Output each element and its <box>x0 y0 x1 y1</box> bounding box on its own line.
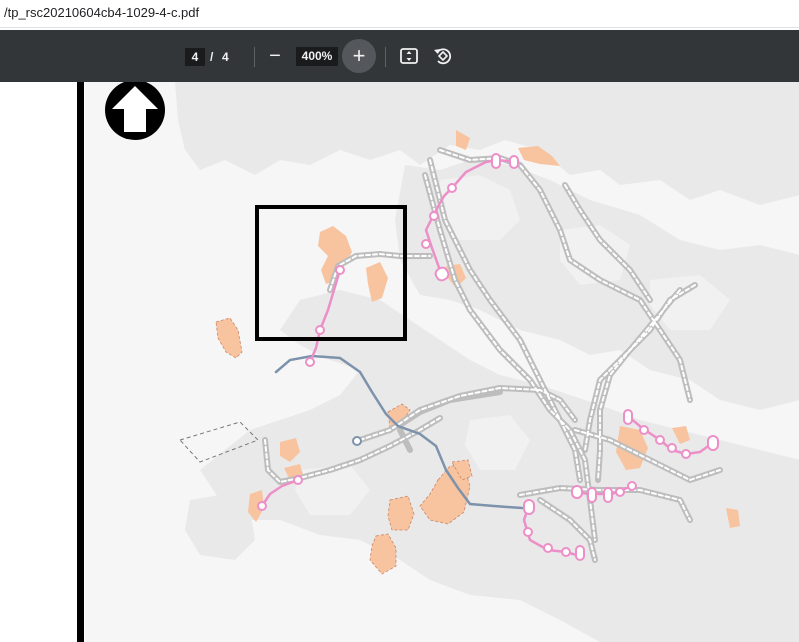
north-arrow-icon <box>105 82 165 140</box>
pdf-page <box>0 82 799 642</box>
toolbar-divider <box>254 47 255 67</box>
toolbar-divider <box>385 47 386 67</box>
page-number-input[interactable]: 4 <box>185 48 205 66</box>
fit-to-page-icon <box>400 48 418 64</box>
plus-icon: + <box>352 43 366 68</box>
total-pages: 4 <box>222 50 229 64</box>
page-margin <box>0 82 77 642</box>
zoom-level-input[interactable]: 400% <box>296 47 338 66</box>
minus-icon: − <box>269 45 281 67</box>
page-separator: / <box>210 50 214 64</box>
zoom-out-button[interactable]: − <box>264 42 286 70</box>
pdf-toolbar: 4 / 4 − 400% + <box>0 30 799 82</box>
fit-to-page-button[interactable] <box>399 46 419 66</box>
page-border <box>77 82 84 642</box>
address-bar[interactable]: /tp_rsc20210604cb4-1029-4-c.pdf <box>0 0 799 28</box>
url-text: /tp_rsc20210604cb4-1029-4-c.pdf <box>4 5 200 20</box>
zoom-in-button[interactable]: + <box>342 39 376 73</box>
rotate-button[interactable] <box>432 45 454 67</box>
railway-map <box>0 82 799 642</box>
rotate-icon <box>434 48 452 65</box>
new-link-station <box>352 436 362 446</box>
